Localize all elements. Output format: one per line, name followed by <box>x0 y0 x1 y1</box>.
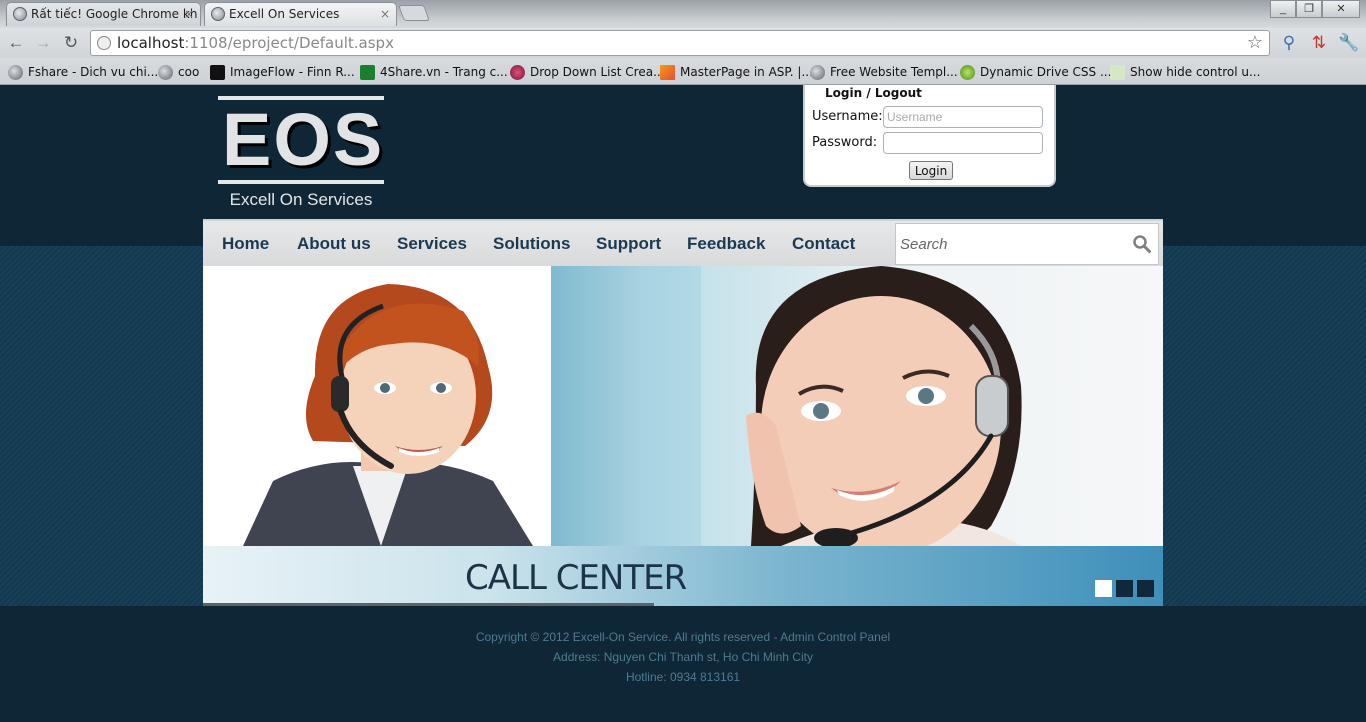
d-logo-icon <box>210 65 225 80</box>
footer-copyright: Copyright © 2012 Excell-On Service. All … <box>475 630 891 644</box>
nav-home[interactable]: Home <box>222 234 269 254</box>
logo-bottom-bar <box>218 180 384 184</box>
4share-icon <box>360 65 375 80</box>
nav-solutions[interactable]: Solutions <box>493 234 570 254</box>
address-bar[interactable]: localhost:1108/eproject/Default.aspx ☆ <box>90 30 1270 56</box>
extension-arrows-icon[interactable]: ⇅ <box>1308 32 1330 54</box>
logo-tagline: Excell On Services <box>229 190 373 209</box>
slider-progress-line <box>203 603 654 606</box>
tab-title: Rất tiếc! Google Chrome kh <box>31 7 198 21</box>
footer-address: Address: Nguyen Chi Thanh st, Ho Chi Min… <box>553 650 813 664</box>
agent-photo-right <box>551 266 1163 546</box>
bookmarks-bar: Fshare - Dich vu chi... coo ImageFlow - … <box>0 58 1366 85</box>
tab-close-icon[interactable]: × <box>380 3 390 25</box>
dynamic-drive-icon <box>960 65 975 80</box>
restore-button[interactable]: ❐ <box>1296 0 1322 18</box>
search-input[interactable] <box>900 232 1120 256</box>
url-host: localhost <box>117 34 185 52</box>
browser-chrome: Rất tiếc! Google Chrome kh × Excell On S… <box>0 0 1366 85</box>
extension-search-icon[interactable]: ⚲ <box>1278 32 1300 54</box>
new-tab-button[interactable] <box>398 5 430 21</box>
reload-icon[interactable]: ↻ <box>60 32 82 54</box>
globe-icon <box>211 7 225 21</box>
slider-dot-3[interactable] <box>1137 580 1154 597</box>
document-icon <box>1110 65 1125 80</box>
search-icon[interactable] <box>1132 234 1152 254</box>
wrench-menu-icon[interactable]: 🔧 <box>1338 32 1360 54</box>
globe-icon <box>158 65 173 80</box>
tab-close-icon[interactable]: × <box>184 3 194 25</box>
login-button[interactable]: Login <box>909 161 953 180</box>
bookmark-item[interactable]: Drop Down List Crea... <box>510 62 665 82</box>
nav-services[interactable]: Services <box>397 234 467 254</box>
globe-icon <box>8 65 23 80</box>
tab-strip: Rất tiếc! Google Chrome kh × Excell On S… <box>0 0 1366 28</box>
bookmark-item[interactable]: 4Share.vn - Trang c... <box>360 62 508 82</box>
bookmark-item[interactable]: ImageFlow - Finn R... <box>210 62 355 82</box>
tab-excell-on-services[interactable]: Excell On Services × <box>204 2 397 26</box>
slider-dot-2[interactable] <box>1116 580 1133 597</box>
logo-letters: EOS <box>222 98 385 181</box>
nav-contact[interactable]: Contact <box>792 234 855 254</box>
bookmark-item[interactable]: MasterPage in ASP. |... <box>660 62 813 82</box>
site-footer: Copyright © 2012 Excell-On Service. All … <box>0 627 1366 687</box>
nav-about-us[interactable]: About us <box>297 234 371 254</box>
main-nav: Home About us Services Solutions Support… <box>203 219 1163 266</box>
bookmark-star-icon[interactable]: ☆ <box>1247 31 1263 55</box>
masterpage-site-icon <box>660 65 675 80</box>
forward-arrow-icon[interactable]: → <box>32 32 54 54</box>
dropdown-site-icon <box>510 65 525 80</box>
site-logo[interactable]: EOS Excell On Services <box>218 96 384 210</box>
tab-title: Excell On Services <box>229 7 340 21</box>
bookmark-item[interactable]: Show hide control u... <box>1110 62 1260 82</box>
nav-support[interactable]: Support <box>596 234 661 254</box>
login-panel: Login / Logout Username: Password: Login <box>803 85 1056 187</box>
hero-slider <box>203 266 1163 546</box>
footer-hotline: Hotline: 0934 813161 <box>625 670 741 684</box>
login-title: Login / Logout <box>825 86 922 100</box>
password-label: Password: <box>812 135 878 150</box>
globe-icon <box>810 65 825 80</box>
username-label: Username: <box>812 109 883 124</box>
password-input[interactable] <box>883 132 1043 154</box>
browser-toolbar: ← → ↻ localhost:1108/eproject/Default.as… <box>0 28 1366 58</box>
minimize-button[interactable]: _ <box>1270 0 1296 18</box>
tab-chrome-error[interactable]: Rất tiếc! Google Chrome kh × <box>6 2 201 26</box>
bookmark-item[interactable]: coo <box>158 62 199 82</box>
nav-feedback[interactable]: Feedback <box>687 234 765 254</box>
bookmark-item[interactable]: Dynamic Drive CSS ... <box>960 62 1111 82</box>
back-arrow-icon[interactable]: ← <box>5 32 27 54</box>
globe-icon <box>13 7 27 21</box>
bookmark-item[interactable]: Free Website Templ... <box>810 62 958 82</box>
slider-caption-text: CALL CENTER <box>465 558 687 598</box>
agent-photo-left <box>203 266 551 546</box>
close-window-button[interactable]: ✕ <box>1322 0 1360 18</box>
page-icon <box>97 36 111 50</box>
username-input[interactable] <box>883 106 1043 128</box>
slider-dot-1[interactable] <box>1095 580 1112 597</box>
url-path: :1108/eproject/Default.aspx <box>184 34 394 52</box>
slider-caption: CALL CENTER <box>203 546 1163 606</box>
bookmark-item[interactable]: Fshare - Dich vu chi... <box>8 62 158 82</box>
search-box <box>895 223 1159 265</box>
